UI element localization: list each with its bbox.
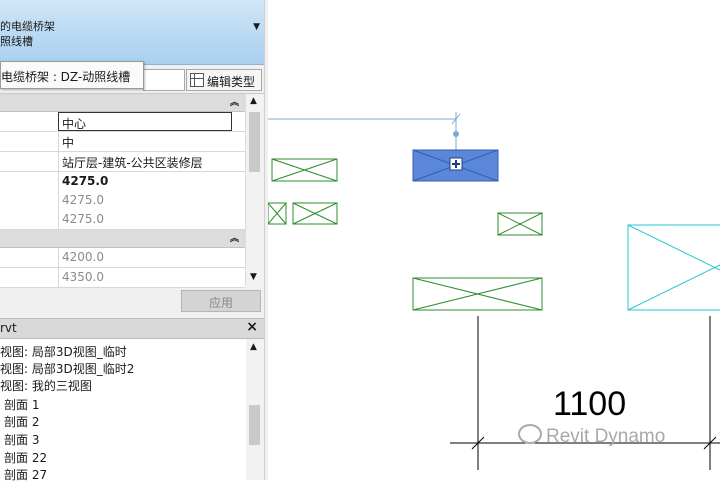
caret-down-icon[interactable]: ▼ xyxy=(253,22,260,32)
type-family-label: 的电缆桥架 xyxy=(0,20,55,33)
list-item[interactable]: 视图: 局部3D视图_临时2 xyxy=(0,360,134,377)
property-row[interactable]: 4350.0 xyxy=(0,268,245,288)
close-icon[interactable]: × xyxy=(246,319,258,335)
tray-section[interactable] xyxy=(267,202,287,225)
property-row[interactable]: 4275.0 xyxy=(0,191,245,211)
property-row[interactable]: 中 xyxy=(0,132,245,152)
property-value: 4350.0 xyxy=(58,268,245,287)
apply-button[interactable]: 应用 xyxy=(181,290,261,312)
list-item[interactable]: 剖面 27 xyxy=(4,466,47,483)
watermark-text: Revit Dynamo xyxy=(546,426,666,447)
dimension-text[interactable]: 1100 xyxy=(553,385,626,424)
edit-type-label: 编辑类型 xyxy=(207,75,256,89)
list-item[interactable]: 剖面 2 xyxy=(4,413,39,430)
list-item[interactable]: 剖面 22 xyxy=(4,449,47,466)
property-value: 4275.0 xyxy=(58,191,245,210)
type-name-label: 照线槽 xyxy=(0,35,33,48)
property-value: 4200.0 xyxy=(58,248,245,267)
edit-type-icon xyxy=(190,73,204,87)
property-row[interactable]: 4275.0 xyxy=(0,172,245,192)
group-header-constraints[interactable]: ︽ xyxy=(0,94,245,112)
instance-filter-combo[interactable] xyxy=(143,69,185,91)
tray-section[interactable] xyxy=(271,158,338,182)
tooltip-text: 电缆桥架 : DZ-动照线槽 xyxy=(1,70,131,84)
property-value[interactable]: 站厅层-建筑-公共区装修层 xyxy=(58,152,245,171)
wechat-icon xyxy=(518,424,542,444)
list-item[interactable]: 视图: 我的三视图 xyxy=(0,377,92,394)
scroll-up-icon[interactable]: ▲ xyxy=(250,342,257,352)
tree-scrollbar[interactable]: ▲ xyxy=(246,339,263,480)
apply-label: 应用 xyxy=(208,296,233,310)
scroll-up-icon[interactable]: ▲ xyxy=(250,96,257,106)
tray-section[interactable] xyxy=(412,277,543,311)
properties-scrollbar[interactable]: ▲ ▼ xyxy=(245,94,263,286)
drawing-canvas[interactable] xyxy=(267,0,720,480)
tooltip: 电缆桥架 : DZ-动照线槽 xyxy=(0,61,144,89)
property-row[interactable]: 4200.0 xyxy=(0,248,245,268)
selected-tray[interactable] xyxy=(412,149,499,182)
property-row[interactable]: 中心 xyxy=(0,112,245,132)
property-row[interactable]: 4275.0 xyxy=(0,210,245,230)
project-browser-tree: 视图: 局部3D视图_临时 视图: 局部3D视图_临时2 视图: 我的三视图 剖… xyxy=(0,339,246,483)
collapse-icon[interactable]: ︽ xyxy=(230,231,239,244)
project-browser-title: rvt × xyxy=(0,318,264,339)
edit-type-button[interactable]: 编辑类型 xyxy=(186,69,262,91)
scroll-thumb[interactable] xyxy=(249,405,260,445)
cyan-section[interactable] xyxy=(627,224,720,311)
drawing-svg xyxy=(267,112,720,470)
scroll-down-icon[interactable]: ▼ xyxy=(250,272,257,282)
type-selector[interactable]: 的电缆桥架 照线槽 ▼ xyxy=(0,0,264,65)
grip-point[interactable] xyxy=(453,131,459,137)
property-value-field[interactable]: 中心 xyxy=(58,112,232,131)
property-row[interactable]: 站厅层-建筑-公共区装修层 xyxy=(0,152,245,172)
watermark: Revit Dynamo xyxy=(518,424,665,448)
tray-section[interactable] xyxy=(497,212,543,236)
collapse-icon[interactable]: ︽ xyxy=(230,95,239,108)
project-browser-title-text: rvt xyxy=(0,321,17,335)
property-value[interactable]: 4275.0 xyxy=(58,172,245,191)
property-value[interactable]: 中 xyxy=(58,132,245,151)
group-header-dimensions[interactable]: ︽ xyxy=(0,230,245,248)
list-item[interactable]: 剖面 1 xyxy=(4,396,39,413)
tray-section[interactable] xyxy=(292,202,338,225)
list-item[interactable]: 视图: 局部3D视图_临时 xyxy=(0,343,127,360)
scroll-thumb[interactable] xyxy=(249,112,260,172)
property-value: 4275.0 xyxy=(58,210,245,229)
properties-panel: 的电缆桥架 照线槽 ▼ 编辑类型 电缆桥架 : DZ-动照线槽 ︽ 中心 中 站… xyxy=(0,0,264,483)
list-item[interactable]: 剖面 3 xyxy=(4,431,39,448)
